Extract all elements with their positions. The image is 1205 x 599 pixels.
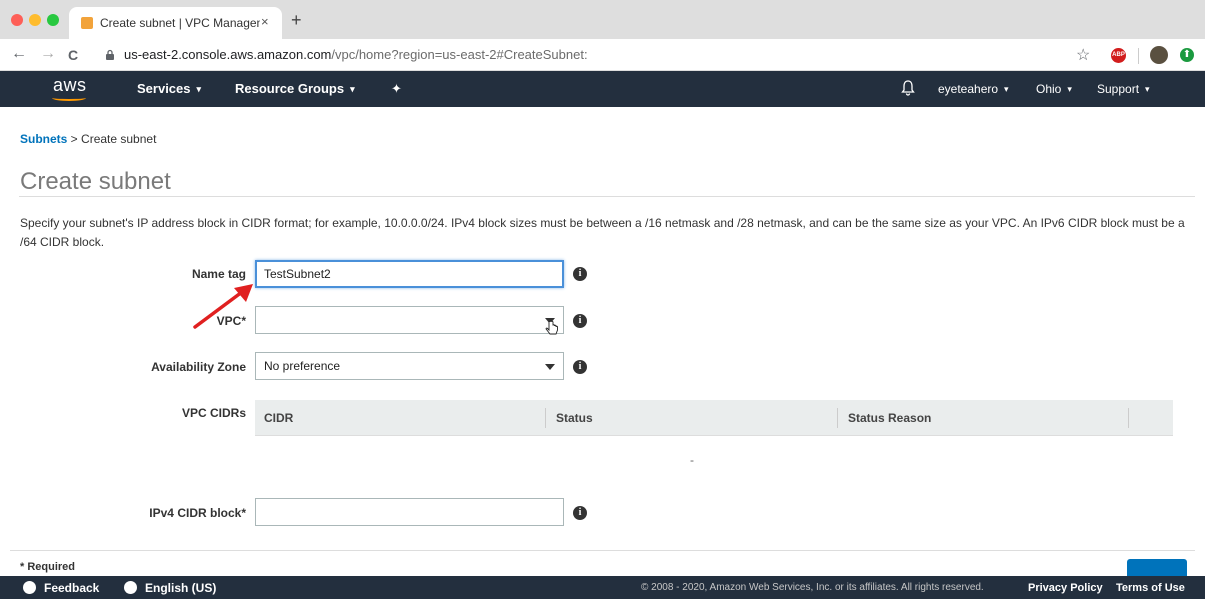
breadcrumb: Subnets > Create subnet — [20, 132, 156, 146]
column-header-status-reason[interactable]: Status Reason — [848, 411, 931, 425]
url-field[interactable]: us-east-2.console.aws.amazon.com/vpc/hom… — [124, 47, 588, 62]
chevron-down-icon: ▾ — [350, 84, 355, 94]
aws-favicon-icon — [81, 17, 93, 29]
column-divider — [1128, 408, 1129, 428]
feedback-link[interactable]: Feedback — [23, 581, 99, 595]
extension-icon[interactable]: ⬆ — [1180, 48, 1194, 62]
forward-button[interactable]: → — [40, 45, 56, 63]
vpc-cidrs-label: VPC CIDRs — [181, 406, 246, 420]
globe-icon — [124, 581, 137, 594]
name-tag-label: Name tag — [191, 267, 246, 281]
ipv4-cidr-input[interactable] — [255, 498, 564, 526]
page-description: Specify your subnet's IP address block i… — [20, 216, 1185, 249]
feedback-label: Feedback — [44, 581, 100, 595]
services-menu[interactable]: Services ▾ — [137, 81, 201, 96]
address-bar: ← → C us-east-2.console.aws.amazon.com/v… — [0, 39, 1205, 71]
name-tag-input[interactable]: TestSubnet2 — [255, 260, 564, 288]
breadcrumb-subnets-link[interactable]: Subnets — [20, 132, 67, 146]
bell-icon[interactable] — [900, 79, 916, 97]
support-menu[interactable]: Support ▾ — [1097, 82, 1150, 96]
maximize-window-button[interactable] — [47, 14, 59, 26]
tab-title: Create subnet | VPC Managem — [100, 16, 260, 30]
page-title: Create subnet — [20, 168, 171, 195]
aws-logo[interactable]: aws — [53, 75, 87, 96]
profile-avatar[interactable] — [1150, 46, 1168, 64]
chevron-down-icon: ▾ — [1067, 84, 1072, 94]
chevron-down-icon: ▾ — [1145, 84, 1150, 94]
chevron-down-icon: ▾ — [1004, 84, 1009, 94]
column-divider — [545, 408, 546, 428]
annotation-arrow-icon — [193, 284, 253, 329]
availability-zone-label: Availability Zone — [151, 360, 246, 374]
privacy-policy-link[interactable]: Privacy Policy — [1028, 582, 1103, 594]
console-footer: Feedback English (US) © 2008 - 2020, Ama… — [0, 576, 1205, 599]
name-tag-info-icon[interactable]: i — [573, 267, 587, 281]
breadcrumb-current: Create subnet — [81, 132, 157, 146]
close-window-button[interactable] — [11, 14, 23, 26]
hand-cursor-icon — [545, 320, 558, 335]
cidr-table-empty: - — [690, 453, 694, 467]
speech-bubble-icon — [23, 581, 36, 594]
aws-top-nav: aws Services ▾ Resource Groups ▾ ✦ eyeteah… — [0, 71, 1205, 107]
vpc-info-icon[interactable]: i — [573, 314, 587, 328]
new-tab-button[interactable]: + — [291, 11, 302, 29]
bookmark-star-icon[interactable]: ☆ — [1076, 45, 1090, 65]
region-label: Ohio — [1036, 82, 1062, 96]
ipv4-cidr-label: IPv4 CIDR block* — [149, 506, 246, 520]
url-host: us-east-2.console.aws.amazon.com — [124, 47, 332, 62]
account-label: eyeteahero — [938, 82, 999, 96]
ipv4-cidr-info-icon[interactable]: i — [573, 506, 587, 520]
column-header-cidr[interactable]: CIDR — [264, 411, 293, 425]
reload-button[interactable]: C — [68, 46, 78, 64]
pin-icon[interactable]: ✦ — [391, 81, 402, 97]
breadcrumb-separator: > — [67, 132, 82, 146]
title-divider — [19, 196, 1195, 197]
required-note: * Required — [20, 561, 76, 573]
toolbar-divider — [1138, 48, 1139, 64]
vpc-cidrs-table-header: CIDR Status Status Reason — [255, 400, 1173, 436]
adblock-icon[interactable]: ABP — [1111, 48, 1126, 63]
aws-smile-icon — [52, 95, 86, 101]
region-menu[interactable]: Ohio ▾ — [1036, 82, 1072, 96]
chevron-down-icon: ▾ — [196, 84, 202, 94]
account-menu[interactable]: eyeteahero ▾ — [938, 82, 1009, 96]
browser-tab[interactable]: Create subnet | VPC Managem × — [69, 7, 282, 39]
tab-close-icon[interactable]: × — [261, 14, 269, 29]
minimize-window-button[interactable] — [29, 14, 41, 26]
browser-tab-bar: Create subnet | VPC Managem × + — [0, 0, 1205, 39]
column-header-status[interactable]: Status — [556, 411, 593, 425]
language-selector[interactable]: English (US) — [124, 581, 216, 595]
dropdown-arrow-icon — [545, 364, 555, 370]
terms-of-use-link[interactable]: Terms of Use — [1116, 582, 1185, 594]
language-label: English (US) — [145, 581, 217, 595]
url-path: /vpc/home?region=us-east-2#CreateSubnet: — [331, 47, 588, 62]
form-footer-divider — [10, 550, 1195, 551]
availability-zone-value: No preference — [264, 359, 341, 373]
back-button[interactable]: ← — [11, 45, 27, 63]
services-label: Services — [137, 81, 191, 96]
column-divider — [837, 408, 838, 428]
resource-groups-menu[interactable]: Resource Groups ▾ — [235, 81, 355, 96]
lock-icon — [106, 49, 114, 60]
resource-groups-label: Resource Groups — [235, 81, 345, 96]
availability-zone-info-icon[interactable]: i — [573, 360, 587, 374]
availability-zone-select[interactable]: No preference — [255, 352, 564, 380]
support-label: Support — [1097, 82, 1140, 96]
copyright-text: © 2008 - 2020, Amazon Web Services, Inc.… — [641, 582, 984, 593]
vpc-select[interactable] — [255, 306, 564, 334]
